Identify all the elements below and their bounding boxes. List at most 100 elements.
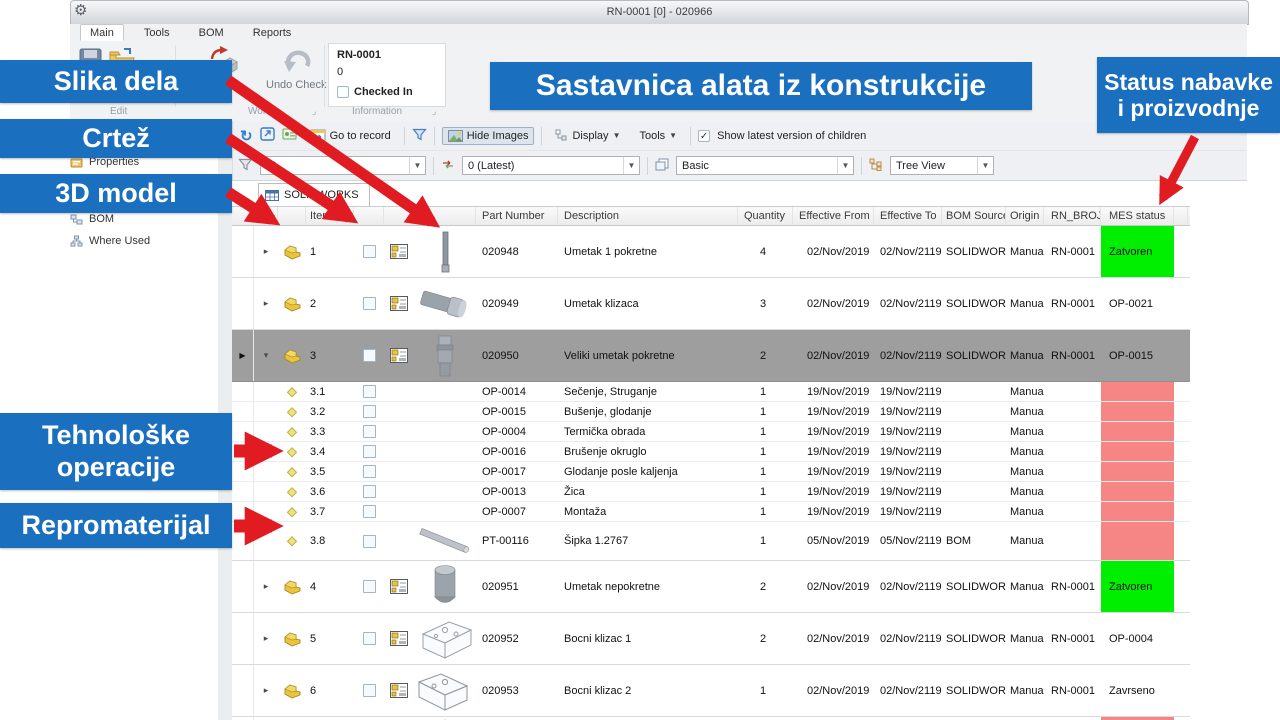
column-header-part-number[interactable]: Part Number xyxy=(476,207,558,225)
open-in-window-icon[interactable] xyxy=(260,127,275,144)
search-combo[interactable]: @ ▼ xyxy=(260,156,426,175)
table-row[interactable]: 3.4OP-0016Brušenje okruglo119/Nov/201919… xyxy=(232,442,1190,462)
table-row[interactable]: ▸1020948Umetak 1 pokretne402/Nov/201902/… xyxy=(232,226,1190,278)
revision-combo[interactable]: 0 (Latest) ▼ xyxy=(462,156,640,175)
drawing-icon[interactable] xyxy=(384,330,414,381)
sidebar-item-bom[interactable]: BOM xyxy=(70,211,114,227)
tab-tools[interactable]: Tools xyxy=(135,25,179,40)
checkbox-icon[interactable] xyxy=(363,385,376,398)
drawing-icon[interactable] xyxy=(384,665,414,716)
bom-source-cell xyxy=(942,462,1006,481)
row-checkbox[interactable] xyxy=(354,482,384,501)
column-header-effective-from[interactable]: Effective From xyxy=(793,207,874,225)
expand-toggle[interactable]: ▸ xyxy=(254,613,278,664)
quick-filter-icon[interactable] xyxy=(238,158,253,174)
checked-in-checkbox[interactable] xyxy=(337,86,349,98)
checkbox-icon[interactable] xyxy=(363,684,376,697)
drawing-icon[interactable] xyxy=(384,226,414,277)
tab-reports[interactable]: Reports xyxy=(244,25,301,40)
table-row[interactable]: 3.3OP-0004Termička obrada119/Nov/201919/… xyxy=(232,422,1190,442)
table-row[interactable]: 3.8PT-00116Šipka 1.2767105/Nov/201905/No… xyxy=(232,522,1190,561)
checkbox-icon[interactable] xyxy=(363,465,376,478)
hide-images-button[interactable]: Hide Images xyxy=(442,127,535,145)
tools-menu-button[interactable]: Tools ▼ xyxy=(633,127,683,145)
record-icon[interactable] xyxy=(282,127,297,144)
column-header-quantity[interactable]: Quantity xyxy=(738,207,793,225)
row-checkbox[interactable] xyxy=(354,382,384,401)
drawing-icon[interactable] xyxy=(384,613,414,664)
view-mode-combo-value: Tree View xyxy=(891,160,977,172)
row-checkbox[interactable] xyxy=(354,502,384,521)
expand-toggle[interactable]: ▸ xyxy=(254,278,278,329)
sidebar-item-where-used[interactable]: Where Used xyxy=(70,233,150,249)
tree-view-icon[interactable] xyxy=(869,158,883,174)
expand-toggle[interactable]: ▸ xyxy=(254,226,278,277)
checkbox-icon[interactable] xyxy=(363,505,376,518)
checkbox-icon[interactable] xyxy=(363,445,376,458)
checkbox-icon[interactable] xyxy=(363,349,376,362)
tab-main[interactable]: Main xyxy=(80,24,124,41)
filter-icon[interactable] xyxy=(412,128,427,144)
column-header-drawing[interactable] xyxy=(384,207,414,225)
part-type-icon xyxy=(278,382,306,401)
refresh-icon[interactable]: ↻ xyxy=(240,127,253,145)
tab-solidworks[interactable]: SOLIDWORKS xyxy=(258,183,370,206)
row-checkbox[interactable] xyxy=(354,613,384,664)
checkbox-icon[interactable] xyxy=(363,535,376,548)
expand-toggle[interactable]: ▾ xyxy=(254,330,278,381)
checkbox-icon[interactable] xyxy=(363,632,376,645)
checkbox-icon[interactable] xyxy=(363,580,376,593)
column-header-origin[interactable]: Origin xyxy=(1006,207,1044,225)
part-type-icon xyxy=(278,402,306,421)
column-header-bom-source[interactable]: BOM Source xyxy=(942,207,1006,225)
column-header-description[interactable]: Description xyxy=(558,207,738,225)
go-to-record-button[interactable]: Go to record xyxy=(304,126,397,145)
table-row[interactable]: ▸5020952Bocni klizac 1202/Nov/201902/Nov… xyxy=(232,613,1190,665)
display-menu-button[interactable]: Display ▼ xyxy=(549,126,626,145)
undo-check-out-icon[interactable] xyxy=(282,47,312,78)
show-latest-checkbox[interactable]: ✓ xyxy=(698,130,710,142)
expand-toggle[interactable]: ▸ xyxy=(254,665,278,716)
row-checkbox[interactable] xyxy=(354,442,384,461)
row-checkbox[interactable] xyxy=(354,561,384,612)
column-header-item[interactable]: Item xyxy=(306,207,354,225)
table-row[interactable]: 3.6OP-0013Žica119/Nov/201919/Nov/2119Man… xyxy=(232,482,1190,502)
row-checkbox[interactable] xyxy=(354,462,384,481)
drawing-icon[interactable] xyxy=(384,278,414,329)
row-checkbox[interactable] xyxy=(354,278,384,329)
checkbox-icon[interactable] xyxy=(363,245,376,258)
table-row[interactable]: ▶▾3020950Veliki umetak pokretne202/Nov/2… xyxy=(232,330,1190,382)
pages-icon[interactable] xyxy=(655,158,669,174)
tab-bom[interactable]: BOM xyxy=(190,25,233,40)
column-header-checkbox[interactable] xyxy=(354,207,384,225)
row-checkbox[interactable] xyxy=(354,226,384,277)
view-style-combo[interactable]: Basic ▼ xyxy=(676,156,854,175)
dialog-launcher-icon[interactable]: ⌟ xyxy=(432,106,436,117)
table-row[interactable]: ▸2020949Umetak klizaca302/Nov/201902/Nov… xyxy=(232,278,1190,330)
view-mode-combo[interactable]: Tree View ▼ xyxy=(890,156,994,175)
column-header-mes-status[interactable]: MES status xyxy=(1101,207,1174,225)
table-row[interactable]: 3.1OP-0014Sečenje, Struganje119/Nov/2019… xyxy=(232,382,1190,402)
checkbox-icon[interactable] xyxy=(363,425,376,438)
table-row[interactable]: 3.2OP-0015Bušenje, glodanje119/Nov/20191… xyxy=(232,402,1190,422)
checkbox-icon[interactable] xyxy=(363,405,376,418)
row-checkbox[interactable] xyxy=(354,330,384,381)
version-sync-icon[interactable] xyxy=(441,158,455,174)
table-row[interactable]: ▸6020953Bocni klizac 2102/Nov/201902/Nov… xyxy=(232,665,1190,717)
dialog-launcher-icon[interactable]: ⌟ xyxy=(312,106,316,117)
row-checkbox[interactable] xyxy=(354,522,384,560)
table-row[interactable]: ▸4020951Umetak nepokretne202/Nov/201902/… xyxy=(232,561,1190,613)
column-header-rn-broj[interactable]: RN_BROJ xyxy=(1044,207,1101,225)
table-row[interactable]: 3.7OP-0007Montaža119/Nov/201919/Nov/2119… xyxy=(232,502,1190,522)
expand-toggle[interactable]: ▸ xyxy=(254,561,278,612)
checkbox-icon[interactable] xyxy=(363,297,376,310)
row-checkbox[interactable] xyxy=(354,422,384,441)
drawing-icon[interactable] xyxy=(384,561,414,612)
row-checkbox[interactable] xyxy=(354,402,384,421)
window-titlebar: RN-0001 [0] - 020966 xyxy=(70,0,1249,25)
column-header-thumbnail[interactable] xyxy=(414,207,476,225)
row-checkbox[interactable] xyxy=(354,665,384,716)
column-header-effective-to[interactable]: Effective To xyxy=(874,207,942,225)
table-row[interactable]: 3.5OP-0017Glodanje posle kaljenja119/Nov… xyxy=(232,462,1190,482)
checkbox-icon[interactable] xyxy=(363,485,376,498)
